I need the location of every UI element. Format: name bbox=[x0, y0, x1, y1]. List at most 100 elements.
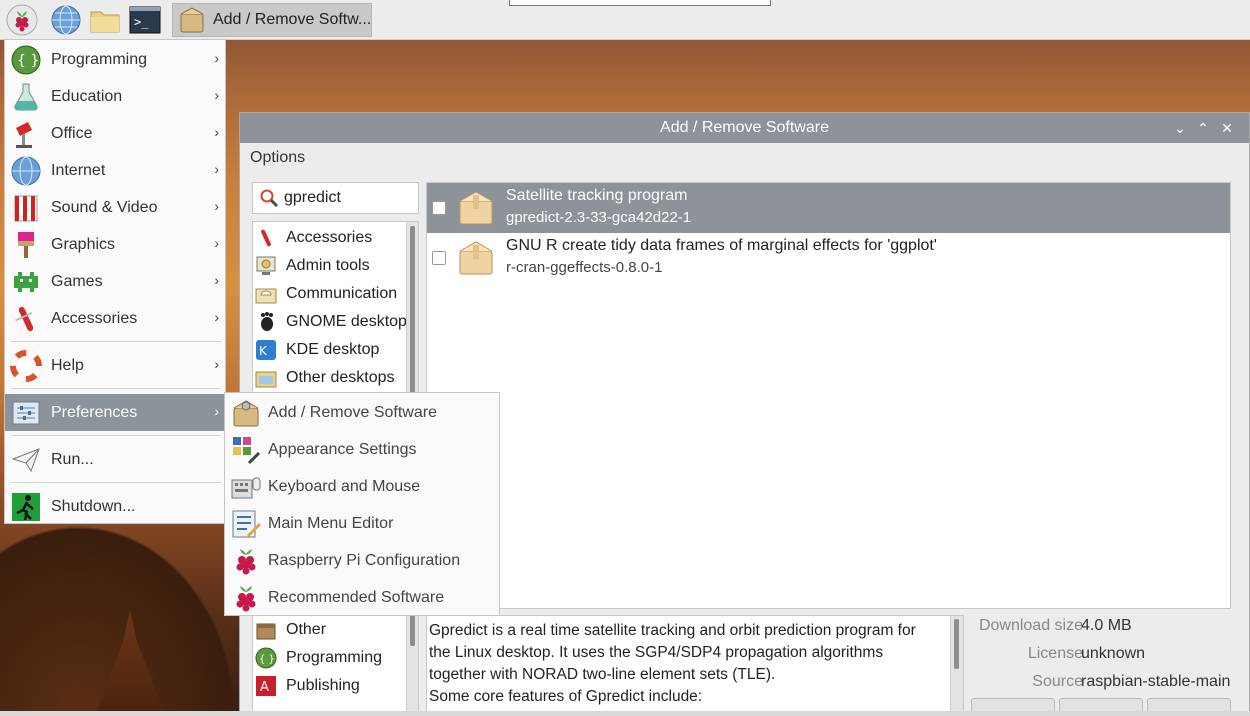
category-gnome-desktop[interactable]: GNOME desktop bbox=[255, 308, 407, 336]
submenu-item-recommended-software[interactable]: Recommended Software bbox=[225, 579, 499, 616]
web-browser-icon[interactable] bbox=[50, 4, 82, 36]
search-input[interactable]: gpredict bbox=[252, 182, 419, 214]
desktops-icon bbox=[255, 371, 277, 388]
admin-icon bbox=[256, 256, 276, 275]
license-label: License bbox=[1027, 645, 1083, 662]
file-manager-icon[interactable] bbox=[89, 4, 121, 36]
chevron-right-icon: › bbox=[214, 356, 219, 372]
menu-item-games[interactable]: Games › bbox=[5, 263, 225, 300]
category-kde-desktop[interactable]: K KDE desktop bbox=[255, 336, 405, 364]
menu-item-run[interactable]: Run... bbox=[5, 441, 225, 478]
download-size-label: Download size bbox=[978, 617, 1083, 634]
keyboard-mouse-icon bbox=[231, 477, 261, 498]
source-value: raspbian-stable-main bbox=[1081, 673, 1231, 690]
taskbar-task-label: Add / Remove Softw... bbox=[212, 11, 371, 28]
menu-item-programming[interactable]: { } Programming › bbox=[5, 41, 225, 78]
run-icon bbox=[11, 447, 40, 472]
license-value: unknown bbox=[1081, 645, 1146, 662]
terminal-icon[interactable]: >_ bbox=[129, 4, 161, 36]
menu-item-graphics[interactable]: Graphics › bbox=[5, 226, 225, 263]
category-accessories[interactable]: Accessories bbox=[255, 224, 405, 252]
raspberry-icon bbox=[236, 585, 256, 611]
chevron-right-icon: › bbox=[214, 198, 219, 214]
menu-item-sound-video[interactable]: Sound & Video › bbox=[5, 189, 225, 226]
raspberry-menu-icon[interactable] bbox=[6, 4, 38, 36]
category-other-desktops[interactable]: Other desktops bbox=[255, 364, 405, 392]
package-list: Satellite tracking program gpredict-2.3-… bbox=[426, 182, 1231, 609]
package-description: Gpredict is a real time satellite tracki… bbox=[426, 615, 964, 716]
menu-editor-icon bbox=[232, 510, 261, 537]
accessories-icon bbox=[261, 229, 271, 247]
chevron-right-icon: › bbox=[214, 50, 219, 66]
menu-options[interactable]: Options bbox=[250, 149, 305, 167]
menu-item-internet[interactable]: Internet › bbox=[5, 152, 225, 189]
raspberry-icon bbox=[236, 548, 256, 574]
maximize-icon[interactable]: ⌃ bbox=[1193, 118, 1213, 138]
shutdown-icon bbox=[12, 492, 40, 521]
menu-item-education[interactable]: Education › bbox=[5, 78, 225, 115]
submenu-item-raspberry-pi-configuration[interactable]: Raspberry Pi Configuration bbox=[225, 542, 499, 579]
submenu-item-appearance-settings[interactable]: Appearance Settings bbox=[225, 431, 499, 468]
taskbar-task-add-remove-software[interactable]: Add / Remove Softw... bbox=[172, 3, 372, 37]
package-name: Satellite tracking program bbox=[506, 187, 688, 204]
category-publishing[interactable]: A Publishing bbox=[255, 672, 405, 700]
close-icon[interactable]: ✕ bbox=[1217, 118, 1237, 138]
category-admin-tools[interactable]: Admin tools bbox=[255, 252, 405, 280]
description-text: Gpredict is a real time satellite tracki… bbox=[429, 620, 949, 708]
package-name: GNU R create tidy data frames of margina… bbox=[506, 237, 937, 254]
svg-text:>_: >_ bbox=[134, 15, 149, 29]
menu-item-office[interactable]: Office › bbox=[5, 115, 225, 152]
publishing-icon: A bbox=[256, 676, 276, 696]
category-other[interactable]: Other bbox=[255, 616, 405, 644]
minimize-icon[interactable]: ⌄ bbox=[1170, 118, 1190, 138]
svg-text:K: K bbox=[259, 344, 268, 358]
package-icon bbox=[180, 7, 204, 33]
package-version: r-cran-ggeffects-0.8.0-1 bbox=[506, 259, 663, 276]
chevron-right-icon: › bbox=[214, 87, 219, 103]
menu-separator bbox=[11, 341, 221, 342]
package-row-ggeffects[interactable]: GNU R create tidy data frames of margina… bbox=[427, 233, 1230, 283]
source-label: Source bbox=[1032, 673, 1083, 690]
gnome-icon bbox=[261, 312, 273, 331]
package-checkbox[interactable] bbox=[432, 201, 446, 215]
menu-item-help[interactable]: Help › bbox=[5, 347, 225, 384]
package-icon bbox=[459, 241, 493, 275]
submenu-item-main-menu-editor[interactable]: Main Menu Editor bbox=[225, 505, 499, 542]
menu-separator bbox=[11, 435, 221, 436]
window-titlebar[interactable]: Add / Remove Software ⌄ ⌃ ✕ bbox=[240, 113, 1249, 143]
menu-item-preferences[interactable]: Preferences › bbox=[5, 394, 225, 431]
appearance-icon bbox=[233, 436, 261, 464]
communication-icon bbox=[255, 288, 277, 304]
main-menu: { } Programming › Education › Office › I… bbox=[4, 39, 226, 524]
preferences-submenu: Add / Remove Software Appearance Setting… bbox=[224, 392, 500, 616]
package-version: gpredict-2.3-33-gca42d22-1 bbox=[506, 209, 692, 226]
sound-video-icon bbox=[14, 195, 38, 221]
description-scrollbar[interactable] bbox=[950, 616, 963, 716]
search-icon bbox=[260, 189, 279, 208]
package-row-gpredict[interactable]: Satellite tracking program gpredict-2.3-… bbox=[427, 183, 1230, 233]
description-scrollbar-thumb[interactable] bbox=[954, 619, 959, 669]
submenu-item-add-remove-software[interactable]: Add / Remove Software bbox=[225, 394, 499, 431]
category-programming[interactable]: { } Programming bbox=[255, 644, 405, 672]
category-communication[interactable]: Communication bbox=[255, 280, 405, 308]
description-line: Gpredict is a real time satellite tracki… bbox=[429, 622, 916, 639]
programming-icon: { } bbox=[255, 647, 277, 669]
help-icon bbox=[10, 349, 42, 382]
package-checkbox[interactable] bbox=[432, 251, 446, 265]
menu-item-accessories[interactable]: Accessories › bbox=[5, 300, 225, 337]
menu-item-shutdown[interactable]: Shutdown... bbox=[5, 488, 225, 525]
chevron-right-icon: › bbox=[214, 124, 219, 140]
package-icon bbox=[459, 191, 493, 225]
package-icon bbox=[233, 399, 259, 426]
source-row: Source raspbian-stable-main bbox=[970, 673, 1240, 697]
description-line: the Linux desktop. It uses the SGP4/SDP4… bbox=[429, 644, 884, 661]
description-line: together with NORAD two-line element set… bbox=[429, 666, 776, 683]
submenu-item-keyboard-mouse[interactable]: Keyboard and Mouse bbox=[225, 468, 499, 505]
description-line: Some core features of Gpredict include: bbox=[429, 688, 703, 705]
svg-text:A: A bbox=[260, 680, 269, 695]
bottom-scrollbar[interactable] bbox=[0, 711, 1250, 716]
education-icon bbox=[14, 83, 38, 110]
chevron-right-icon: › bbox=[214, 161, 219, 177]
taskbar-empty-field bbox=[509, 0, 771, 6]
taskbar: >_ Add / Remove Softw... bbox=[0, 0, 1250, 40]
